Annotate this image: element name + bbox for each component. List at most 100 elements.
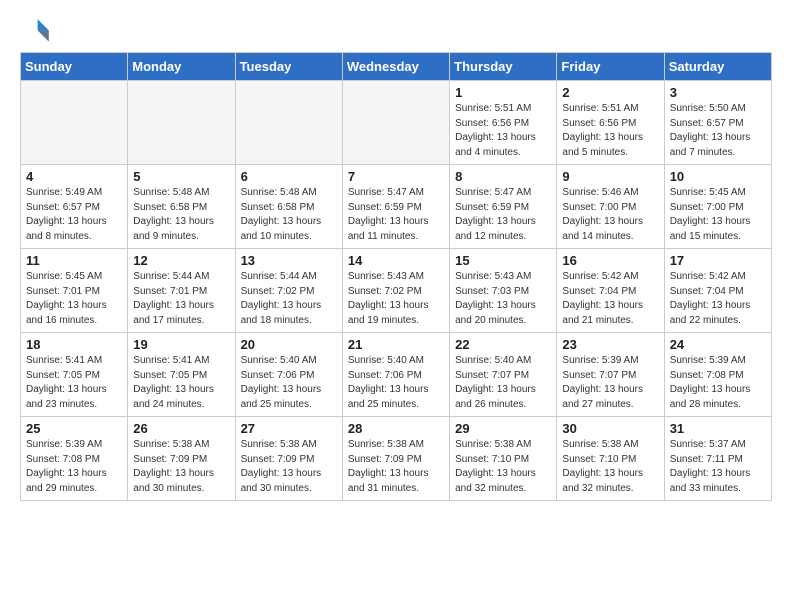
calendar-cell: 18 Sunrise: 5:41 AM Sunset: 7:05 PM Dayli…	[21, 333, 128, 417]
calendar-cell	[342, 81, 449, 165]
day-number: 28	[348, 421, 444, 436]
day-info: Sunrise: 5:45 AM Sunset: 7:01 PM Dayligh…	[26, 270, 122, 328]
calendar-cell: 31 Sunrise: 5:37 AM Sunset: 7:11 PM Dayli…	[664, 417, 771, 501]
day-info: Sunrise: 5:43 AM Sunset: 7:03 PM Dayligh…	[455, 270, 551, 328]
day-info: Sunrise: 5:39 AM Sunset: 7:08 PM Dayligh…	[26, 438, 122, 496]
day-info: Sunrise: 5:37 AM Sunset: 7:11 PM Dayligh…	[670, 438, 766, 496]
day-info: Sunrise: 5:48 AM Sunset: 6:58 PM Dayligh…	[133, 186, 229, 244]
day-number: 25	[26, 421, 122, 436]
calendar-week-row: 18 Sunrise: 5:41 AM Sunset: 7:05 PM Dayli…	[21, 333, 772, 417]
day-number: 12	[133, 253, 229, 268]
calendar-cell: 3 Sunrise: 5:50 AM Sunset: 6:57 PM Daylig…	[664, 81, 771, 165]
day-number: 22	[455, 337, 551, 352]
day-info: Sunrise: 5:44 AM Sunset: 7:01 PM Dayligh…	[133, 270, 229, 328]
day-number: 20	[241, 337, 337, 352]
day-number: 2	[562, 85, 658, 100]
day-info: Sunrise: 5:47 AM Sunset: 6:59 PM Dayligh…	[455, 186, 551, 244]
calendar-cell: 17 Sunrise: 5:42 AM Sunset: 7:04 PM Dayli…	[664, 249, 771, 333]
day-number: 16	[562, 253, 658, 268]
day-info: Sunrise: 5:39 AM Sunset: 7:08 PM Dayligh…	[670, 354, 766, 412]
day-info: Sunrise: 5:46 AM Sunset: 7:00 PM Dayligh…	[562, 186, 658, 244]
day-number: 23	[562, 337, 658, 352]
calendar-cell: 26 Sunrise: 5:38 AM Sunset: 7:09 PM Dayli…	[128, 417, 235, 501]
logo	[20, 16, 56, 48]
calendar-cell	[128, 81, 235, 165]
page: SundayMondayTuesdayWednesdayThursdayFrid…	[0, 0, 792, 517]
day-info: Sunrise: 5:51 AM Sunset: 6:56 PM Dayligh…	[455, 102, 551, 160]
day-info: Sunrise: 5:47 AM Sunset: 6:59 PM Dayligh…	[348, 186, 444, 244]
calendar-cell: 7Sunrise: 5:47 AM Sunset: 6:59 PM Daylig…	[342, 165, 449, 249]
day-info: Sunrise: 5:38 AM Sunset: 7:10 PM Dayligh…	[455, 438, 551, 496]
day-number: 8	[455, 169, 551, 184]
calendar-cell	[235, 81, 342, 165]
weekday-header: Tuesday	[235, 53, 342, 81]
weekday-header: Monday	[128, 53, 235, 81]
day-info: Sunrise: 5:49 AM Sunset: 6:57 PM Dayligh…	[26, 186, 122, 244]
day-number: 15	[455, 253, 551, 268]
day-number: 13	[241, 253, 337, 268]
calendar-week-row: 25 Sunrise: 5:39 AM Sunset: 7:08 PM Dayli…	[21, 417, 772, 501]
day-number: 3	[670, 85, 766, 100]
calendar-header-row: SundayMondayTuesdayWednesdayThursdayFrid…	[21, 53, 772, 81]
logo-icon	[20, 16, 52, 48]
weekday-header: Saturday	[664, 53, 771, 81]
day-info: Sunrise: 5:40 AM Sunset: 7:06 PM Dayligh…	[348, 354, 444, 412]
day-number: 9	[562, 169, 658, 184]
calendar-cell: 28 Sunrise: 5:38 AM Sunset: 7:09 PM Dayli…	[342, 417, 449, 501]
calendar-cell: 16 Sunrise: 5:42 AM Sunset: 7:04 PM Dayli…	[557, 249, 664, 333]
header	[20, 16, 772, 48]
day-info: Sunrise: 5:38 AM Sunset: 7:09 PM Dayligh…	[348, 438, 444, 496]
calendar-cell: 2 Sunrise: 5:51 AM Sunset: 6:56 PM Daylig…	[557, 81, 664, 165]
calendar-cell: 13 Sunrise: 5:44 AM Sunset: 7:02 PM Dayli…	[235, 249, 342, 333]
calendar-cell: 9 Sunrise: 5:46 AM Sunset: 7:00 PM Daylig…	[557, 165, 664, 249]
day-number: 4	[26, 169, 122, 184]
calendar-cell: 11 Sunrise: 5:45 AM Sunset: 7:01 PM Dayli…	[21, 249, 128, 333]
calendar-cell: 19 Sunrise: 5:41 AM Sunset: 7:05 PM Dayli…	[128, 333, 235, 417]
day-number: 18	[26, 337, 122, 352]
day-number: 1	[455, 85, 551, 100]
day-number: 6	[241, 169, 337, 184]
day-info: Sunrise: 5:38 AM Sunset: 7:09 PM Dayligh…	[133, 438, 229, 496]
day-number: 10	[670, 169, 766, 184]
calendar-cell: 30Sunrise: 5:38 AM Sunset: 7:10 PM Dayli…	[557, 417, 664, 501]
day-number: 24	[670, 337, 766, 352]
day-info: Sunrise: 5:50 AM Sunset: 6:57 PM Dayligh…	[670, 102, 766, 160]
day-number: 11	[26, 253, 122, 268]
day-info: Sunrise: 5:41 AM Sunset: 7:05 PM Dayligh…	[26, 354, 122, 412]
day-number: 14	[348, 253, 444, 268]
calendar-cell: 1 Sunrise: 5:51 AM Sunset: 6:56 PM Daylig…	[450, 81, 557, 165]
day-info: Sunrise: 5:51 AM Sunset: 6:56 PM Dayligh…	[562, 102, 658, 160]
calendar-cell: 24 Sunrise: 5:39 AM Sunset: 7:08 PM Dayli…	[664, 333, 771, 417]
weekday-header: Friday	[557, 53, 664, 81]
day-number: 30	[562, 421, 658, 436]
day-number: 29	[455, 421, 551, 436]
day-number: 31	[670, 421, 766, 436]
day-info: Sunrise: 5:40 AM Sunset: 7:06 PM Dayligh…	[241, 354, 337, 412]
day-info: Sunrise: 5:40 AM Sunset: 7:07 PM Dayligh…	[455, 354, 551, 412]
weekday-header: Sunday	[21, 53, 128, 81]
calendar-cell: 22 Sunrise: 5:40 AM Sunset: 7:07 PM Dayli…	[450, 333, 557, 417]
day-info: Sunrise: 5:38 AM Sunset: 7:09 PM Dayligh…	[241, 438, 337, 496]
calendar-week-row: 11 Sunrise: 5:45 AM Sunset: 7:01 PM Dayli…	[21, 249, 772, 333]
calendar-cell: 29 Sunrise: 5:38 AM Sunset: 7:10 PM Dayli…	[450, 417, 557, 501]
day-info: Sunrise: 5:42 AM Sunset: 7:04 PM Dayligh…	[562, 270, 658, 328]
day-info: Sunrise: 5:41 AM Sunset: 7:05 PM Dayligh…	[133, 354, 229, 412]
calendar-cell: 10Sunrise: 5:45 AM Sunset: 7:00 PM Dayli…	[664, 165, 771, 249]
calendar-cell: 21 Sunrise: 5:40 AM Sunset: 7:06 PM Dayli…	[342, 333, 449, 417]
day-number: 21	[348, 337, 444, 352]
day-number: 19	[133, 337, 229, 352]
calendar-cell: 5Sunrise: 5:48 AM Sunset: 6:58 PM Daylig…	[128, 165, 235, 249]
calendar-cell: 4 Sunrise: 5:49 AM Sunset: 6:57 PM Daylig…	[21, 165, 128, 249]
calendar-cell: 12 Sunrise: 5:44 AM Sunset: 7:01 PM Dayli…	[128, 249, 235, 333]
calendar-cell: 25 Sunrise: 5:39 AM Sunset: 7:08 PM Dayli…	[21, 417, 128, 501]
day-info: Sunrise: 5:42 AM Sunset: 7:04 PM Dayligh…	[670, 270, 766, 328]
day-info: Sunrise: 5:44 AM Sunset: 7:02 PM Dayligh…	[241, 270, 337, 328]
day-number: 17	[670, 253, 766, 268]
calendar-cell: 8 Sunrise: 5:47 AM Sunset: 6:59 PM Daylig…	[450, 165, 557, 249]
calendar-cell	[21, 81, 128, 165]
day-info: Sunrise: 5:39 AM Sunset: 7:07 PM Dayligh…	[562, 354, 658, 412]
calendar-cell: 23 Sunrise: 5:39 AM Sunset: 7:07 PM Dayli…	[557, 333, 664, 417]
day-number: 26	[133, 421, 229, 436]
calendar-cell: 27Sunrise: 5:38 AM Sunset: 7:09 PM Dayli…	[235, 417, 342, 501]
calendar-cell: 15 Sunrise: 5:43 AM Sunset: 7:03 PM Dayli…	[450, 249, 557, 333]
